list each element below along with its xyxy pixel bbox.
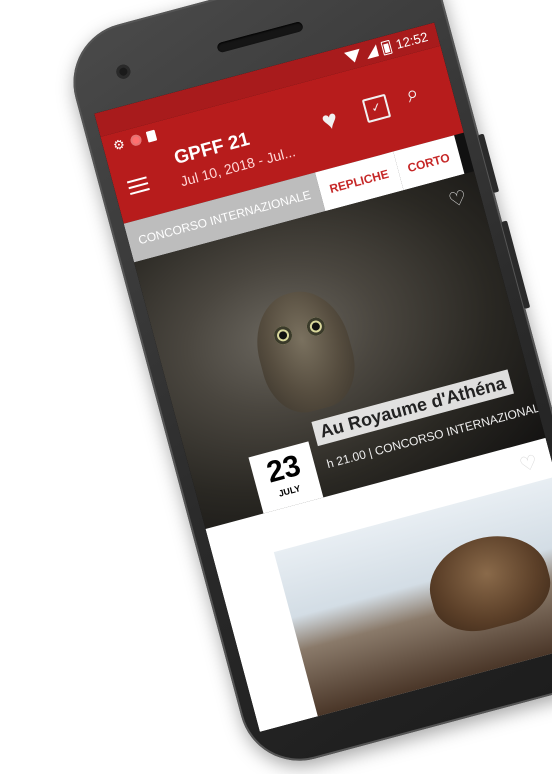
- owl-image: [244, 281, 365, 422]
- gear-icon: ⚙: [111, 136, 127, 154]
- front-camera: [114, 63, 132, 81]
- signal-icon: [364, 43, 380, 59]
- screen: 12:52 ⚙ GPFF 21 Jul 10, 2018 - Jul... ♥ …: [94, 22, 552, 732]
- phone-frame: 12:52 ⚙ GPFF 21 Jul 10, 2018 - Jul... ♥ …: [60, 0, 552, 774]
- record-icon: [128, 133, 143, 148]
- film-time: h 21.00: [325, 447, 368, 472]
- menu-icon[interactable]: [126, 172, 151, 198]
- calendar-icon[interactable]: ✓: [361, 93, 392, 124]
- heart-icon[interactable]: ♥: [318, 103, 341, 136]
- notification-icons: ⚙: [111, 129, 158, 154]
- earpiece-speaker: [216, 20, 304, 54]
- heart-outline-icon[interactable]: ♡: [446, 185, 470, 214]
- bear-image: [273, 476, 552, 717]
- heart-outline-icon[interactable]: ♡: [517, 449, 541, 478]
- volume-button: [477, 133, 500, 194]
- battery-icon: [380, 39, 394, 56]
- status-time: 12:52: [394, 28, 430, 52]
- sd-card-icon: [145, 129, 157, 143]
- wifi-icon: [344, 48, 363, 64]
- search-icon[interactable]: ⌕: [401, 79, 423, 108]
